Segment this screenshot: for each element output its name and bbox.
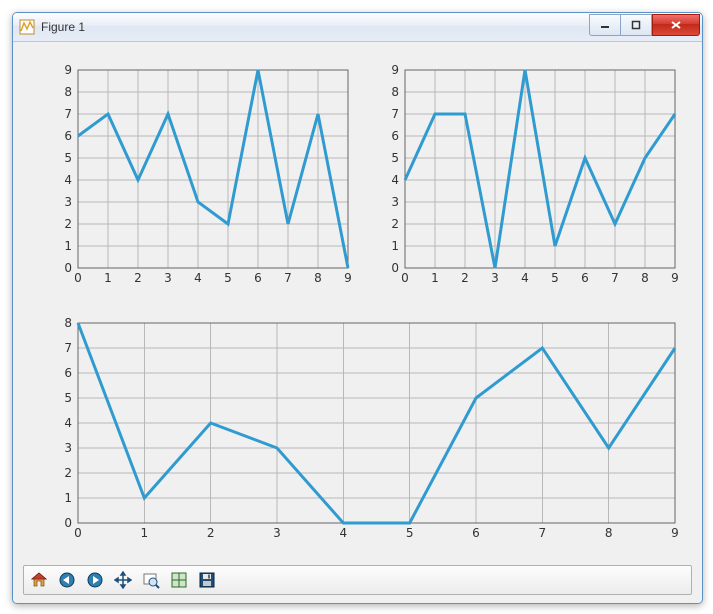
svg-text:0: 0 <box>74 526 82 540</box>
save-icon <box>198 571 216 589</box>
svg-text:7: 7 <box>284 271 292 285</box>
window-title: Figure 1 <box>39 20 585 34</box>
svg-text:1: 1 <box>64 239 72 253</box>
save-button[interactable] <box>194 568 220 592</box>
svg-text:1: 1 <box>104 271 112 285</box>
svg-text:0: 0 <box>64 516 72 530</box>
maximize-button[interactable] <box>620 14 652 36</box>
svg-text:5: 5 <box>391 151 399 165</box>
chart-top-right: 0 1 2 3 4 5 6 7 8 9 0 1 2 3 4 5 6 7 8 9 <box>377 64 681 288</box>
chart-top-left: 0 1 2 3 4 5 6 7 8 9 0 1 2 3 4 5 6 7 8 9 <box>50 64 354 288</box>
svg-text:0: 0 <box>64 261 72 275</box>
figure-canvas[interactable]: 0 1 2 3 4 5 6 7 8 9 0 1 2 3 4 5 6 7 8 9 0 1 2 3 4 5 6 7 8 9 0 1 2 3 4 5 6 7 8 9… <box>23 50 692 564</box>
svg-text:3: 3 <box>164 271 172 285</box>
svg-text:4: 4 <box>64 416 72 430</box>
svg-text:3: 3 <box>64 195 72 209</box>
svg-text:2: 2 <box>134 271 142 285</box>
zoom-icon <box>142 571 160 589</box>
svg-text:9: 9 <box>344 271 352 285</box>
back-button[interactable] <box>54 568 80 592</box>
svg-text:3: 3 <box>391 195 399 209</box>
svg-text:0: 0 <box>401 271 409 285</box>
svg-text:2: 2 <box>207 526 215 540</box>
svg-text:3: 3 <box>64 441 72 455</box>
configure-subplots-button[interactable] <box>166 568 192 592</box>
svg-text:8: 8 <box>314 271 322 285</box>
svg-text:5: 5 <box>224 271 232 285</box>
svg-text:0: 0 <box>391 261 399 275</box>
svg-text:7: 7 <box>539 526 547 540</box>
svg-text:8: 8 <box>391 85 399 99</box>
svg-text:5: 5 <box>406 526 414 540</box>
forward-icon <box>86 571 104 589</box>
svg-text:9: 9 <box>391 64 399 77</box>
svg-text:4: 4 <box>340 526 348 540</box>
home-icon <box>30 571 48 589</box>
svg-text:2: 2 <box>391 217 399 231</box>
svg-text:6: 6 <box>391 129 399 143</box>
svg-text:6: 6 <box>581 271 589 285</box>
svg-text:7: 7 <box>611 271 619 285</box>
titlebar: Figure 1 <box>13 13 702 42</box>
figure-content: 0 1 2 3 4 5 6 7 8 9 0 1 2 3 4 5 6 7 8 9 0 1 2 3 4 5 6 7 8 9 0 1 2 3 4 5 6 7 8 9… <box>13 42 702 603</box>
svg-text:3: 3 <box>491 271 499 285</box>
svg-text:4: 4 <box>391 173 399 187</box>
chart-bottom: 0 1 2 3 4 5 6 7 8 9 0 1 2 3 4 5 6 7 8 <box>50 317 681 543</box>
svg-text:4: 4 <box>521 271 529 285</box>
pan-icon <box>114 571 132 589</box>
svg-text:8: 8 <box>641 271 649 285</box>
svg-text:3: 3 <box>273 526 281 540</box>
svg-text:2: 2 <box>461 271 469 285</box>
svg-text:6: 6 <box>64 366 72 380</box>
back-icon <box>58 571 76 589</box>
svg-text:1: 1 <box>141 526 149 540</box>
svg-text:9: 9 <box>64 64 72 77</box>
svg-text:2: 2 <box>64 466 72 480</box>
app-icon <box>19 19 35 35</box>
svg-text:7: 7 <box>391 107 399 121</box>
svg-text:8: 8 <box>64 85 72 99</box>
navigation-toolbar <box>23 565 692 595</box>
svg-text:7: 7 <box>64 107 72 121</box>
subplots-icon <box>170 571 188 589</box>
svg-text:9: 9 <box>671 271 679 285</box>
svg-text:5: 5 <box>64 151 72 165</box>
svg-text:5: 5 <box>551 271 559 285</box>
svg-text:6: 6 <box>254 271 262 285</box>
svg-text:8: 8 <box>64 317 72 330</box>
minimize-button[interactable] <box>589 14 620 36</box>
figure-window: Figure 1 0123456789012345678901234567890… <box>12 12 703 604</box>
pan-button[interactable] <box>110 568 136 592</box>
svg-text:6: 6 <box>64 129 72 143</box>
svg-text:0: 0 <box>74 271 82 285</box>
svg-text:4: 4 <box>194 271 202 285</box>
svg-text:2: 2 <box>64 217 72 231</box>
forward-button[interactable] <box>82 568 108 592</box>
svg-text:8: 8 <box>605 526 613 540</box>
svg-text:1: 1 <box>431 271 439 285</box>
svg-text:4: 4 <box>64 173 72 187</box>
home-button[interactable] <box>26 568 52 592</box>
zoom-button[interactable] <box>138 568 164 592</box>
svg-text:9: 9 <box>671 526 679 540</box>
close-button[interactable] <box>652 14 700 36</box>
svg-text:1: 1 <box>391 239 399 253</box>
svg-text:6: 6 <box>472 526 480 540</box>
svg-text:5: 5 <box>64 391 72 405</box>
svg-text:1: 1 <box>64 491 72 505</box>
svg-text:7: 7 <box>64 341 72 355</box>
